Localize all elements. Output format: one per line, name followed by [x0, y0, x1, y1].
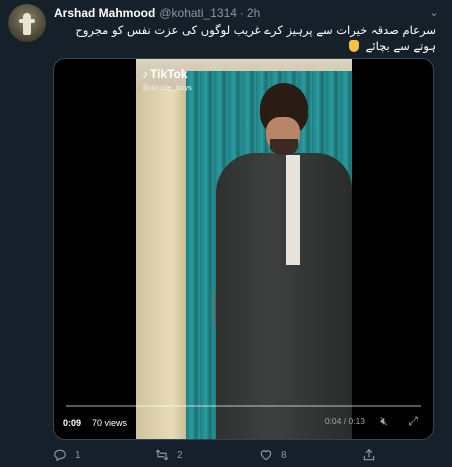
retweet-icon: [155, 449, 169, 461]
video-progress-bar[interactable]: [66, 405, 421, 407]
video-frame: [136, 59, 352, 439]
tiktok-username: @dimple_boys: [142, 83, 192, 92]
tiktok-brand: TikTok: [150, 67, 188, 81]
video-player[interactable]: ♪ TikTok @dimple_boys 0:09 70 views 0:04 …: [53, 58, 434, 440]
tiktok-icon: ♪: [142, 67, 148, 81]
retweet-button[interactable]: 2: [155, 446, 183, 464]
reply-icon: [54, 449, 66, 462]
separator-dot: ·: [239, 6, 244, 20]
share-button[interactable]: [362, 446, 384, 464]
reply-count: 1: [75, 449, 81, 461]
share-icon: [363, 448, 375, 461]
pointing-down-emoji-icon: [348, 40, 359, 52]
avatar[interactable]: [8, 4, 46, 42]
tiktok-watermark: ♪ TikTok: [142, 67, 188, 81]
like-button[interactable]: 8: [259, 446, 287, 464]
heart-icon: [260, 450, 272, 461]
tweet-header: Arshad Mahmood @kohati_1314 · 2h: [54, 6, 422, 22]
author-name[interactable]: Arshad Mahmood: [54, 6, 155, 20]
like-count: 8: [281, 449, 287, 461]
video-elapsed: 0:09: [63, 418, 82, 428]
timestamp[interactable]: 2h: [247, 6, 260, 20]
retweet-count: 2: [177, 449, 183, 461]
chevron-down-icon[interactable]: ⌄: [428, 8, 440, 19]
reply-button[interactable]: 1: [53, 446, 81, 464]
tweet-text: سرعام صدقہ خیرات سے پرہیز کرے غریب لوگوں…: [54, 22, 436, 54]
tweet-text-content: سرعام صدقہ خیرات سے پرہیز کرے غریب لوگوں…: [75, 23, 436, 53]
video-views: 70 views: [92, 418, 128, 428]
video-time-display: 0:04 / 0:13: [324, 416, 365, 426]
tweet[interactable]: Arshad Mahmood @kohati_1314 · 2h ⌄ سرعام صد…: [0, 0, 452, 467]
mute-icon[interactable]: 🔇︎: [375, 414, 393, 428]
author-handle[interactable]: @kohati_1314: [159, 6, 237, 20]
fullscreen-icon[interactable]: ⤢: [405, 414, 421, 428]
tweet-actions: 1 2 8: [53, 446, 436, 464]
